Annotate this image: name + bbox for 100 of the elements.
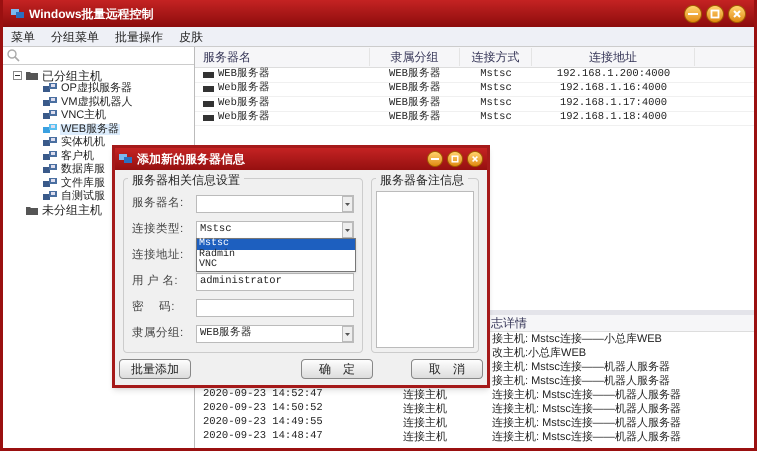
- input-field[interactable]: [196, 299, 354, 317]
- dialog-button[interactable]: 批量添加: [119, 359, 191, 379]
- maximize-button[interactable]: [706, 4, 724, 22]
- tree-item[interactable]: VNC主机: [60, 110, 108, 122]
- monitor-icon: [203, 85, 214, 94]
- field-value: administrator: [200, 275, 282, 288]
- maximize-icon: [710, 8, 720, 18]
- table-cell-text: Mstsc: [480, 66, 512, 82]
- dialog-title: 添加新的服务器信息: [137, 151, 245, 168]
- menu-item[interactable]: 分组菜单: [51, 28, 99, 46]
- table-cell-text: 2020-09-23 14:49:55: [203, 415, 323, 430]
- table-cell-text: Web服务器: [218, 96, 270, 110]
- close-icon: [471, 155, 479, 163]
- close-button[interactable]: [728, 4, 746, 22]
- table-cell-text: 连接主机: [403, 402, 447, 416]
- column-header[interactable]: 连接方式: [460, 48, 532, 66]
- field-value: WEB服务器: [200, 327, 252, 340]
- table-cell-text: 连接主机: Mstsc连接——机器人服务器: [491, 388, 681, 402]
- computer-icon: [43, 150, 57, 162]
- computer-icon: [43, 137, 57, 148]
- table-cell-text: 接主机: Mstsc连接——小总库WEB: [491, 332, 662, 346]
- tree-item[interactable]: WEB服务器: [60, 124, 120, 135]
- app-icon: [11, 8, 25, 20]
- table-cell-text: 连接主机: Mstsc连接——机器人服务器: [491, 430, 681, 445]
- table-cell-text: WEB服务器: [389, 66, 441, 82]
- table-cell-text: 接主机: Mstsc连接——机器人服务器: [491, 374, 670, 388]
- table-cell-text: Mstsc: [480, 81, 512, 96]
- computer-icon: [43, 191, 57, 202]
- dropdown-option[interactable]: VNC: [197, 260, 355, 270]
- table-cell-text: 连接主机: Mstsc连接——机器人服务器: [491, 402, 681, 416]
- monitor-icon: [203, 100, 214, 108]
- tree-item[interactable]: 自测试服: [60, 191, 106, 202]
- menu-item[interactable]: 批量操作: [115, 28, 163, 46]
- minimize-button[interactable]: [684, 4, 702, 22]
- table-cell-text: 改主机:小总库WEB: [491, 346, 586, 360]
- collapse-icon[interactable]: [13, 71, 22, 80]
- field-value: Mstsc: [200, 223, 232, 236]
- tree-item[interactable]: 文件库服: [60, 178, 106, 189]
- field-label: 密 码:: [132, 299, 176, 316]
- tree-item[interactable]: VM虚拟机器人: [60, 96, 134, 108]
- tree-item[interactable]: OP虚拟服务器: [60, 83, 133, 94]
- monitor-icon: [203, 114, 214, 122]
- group-title: 服务器相关信息设置: [128, 171, 244, 189]
- table-cell-text: 192.168.1.18:4000: [560, 110, 668, 126]
- search-field[interactable]: [3, 47, 194, 65]
- table-cell-text: Mstsc: [480, 96, 512, 111]
- input-field[interactable]: administrator: [196, 273, 354, 291]
- minimize-button[interactable]: [427, 151, 443, 167]
- table-cell-text: 接主机: Mstsc连接——机器人服务器: [491, 360, 670, 374]
- column-header[interactable]: 隶属分组: [370, 48, 460, 66]
- table-cell-text: WEB服务器: [389, 81, 441, 96]
- table-cell-text: Web服务器: [218, 110, 270, 126]
- dialog-button[interactable]: 确 定: [301, 359, 373, 379]
- table-cell-text: WEB服务器: [389, 110, 441, 126]
- table-cell-text: WEB服务器: [218, 66, 270, 82]
- maximize-button[interactable]: [447, 151, 463, 167]
- close-button[interactable]: [467, 151, 483, 167]
- field-label: 连接类型:: [132, 222, 184, 238]
- column-header[interactable]: 连接地址: [532, 48, 695, 66]
- table-cell-text: WEB服务器: [389, 96, 441, 110]
- table-cell-text: 192.168.1.17:4000: [560, 96, 668, 111]
- table-cell-text: 连接主机: [403, 388, 447, 402]
- tree-item[interactable]: 已分组主机: [42, 70, 102, 82]
- window-title: Windows批量远程控制: [29, 6, 154, 22]
- table-cell-text: Mstsc: [480, 110, 512, 126]
- dropdown[interactable]: Mstsc: [196, 221, 354, 239]
- table-cell-text: 2020-09-23 14:48:47: [203, 429, 323, 444]
- notes-field[interactable]: [376, 191, 474, 348]
- tree-item[interactable]: 数据库服: [60, 164, 106, 176]
- dialog-button[interactable]: 取 消: [411, 359, 483, 379]
- folder-icon: [26, 71, 38, 80]
- table-cell-text: 192.168.1.16:4000: [560, 81, 668, 96]
- column-header[interactable]: 志详情: [491, 314, 527, 332]
- table-cell-text: 2020-09-23 14:52:47: [203, 387, 323, 402]
- folder-icon: [26, 206, 38, 214]
- field-label: 用 户 名:: [132, 273, 179, 290]
- column-header[interactable]: 服务器名: [195, 48, 370, 66]
- minimize-icon: [431, 158, 439, 160]
- table-cell-text: 192.168.1.200:4000: [556, 66, 670, 82]
- computer-icon: [43, 178, 57, 189]
- computer-icon: [43, 83, 57, 94]
- table-cell-text: 连接主机: [403, 416, 447, 430]
- menu-item[interactable]: 菜单: [11, 28, 35, 46]
- tree-item[interactable]: 未分组主机: [42, 204, 102, 216]
- table-cell-text: 2020-09-23 14:50:52: [203, 401, 323, 416]
- table-cell-text: 连接主机: Mstsc连接——机器人服务器: [491, 416, 681, 430]
- maximize-icon: [451, 155, 459, 163]
- group-title: 服务器备注信息: [376, 171, 468, 189]
- menu-item[interactable]: 皮肤: [179, 28, 203, 46]
- field-label: 服务器名:: [132, 196, 184, 212]
- dropdown-option[interactable]: Radmin: [197, 250, 355, 260]
- table-cell-text: Web服务器: [218, 81, 270, 96]
- close-icon: [732, 8, 742, 18]
- dropdown[interactable]: WEB服务器: [196, 325, 354, 343]
- search-icon: [7, 49, 20, 62]
- minimize-icon: [688, 12, 698, 14]
- computer-icon: [43, 96, 57, 108]
- dropdown-option[interactable]: Mstsc: [197, 239, 355, 250]
- tree-item[interactable]: 实体机机: [60, 137, 106, 148]
- tree-item[interactable]: 客户机: [60, 150, 95, 162]
